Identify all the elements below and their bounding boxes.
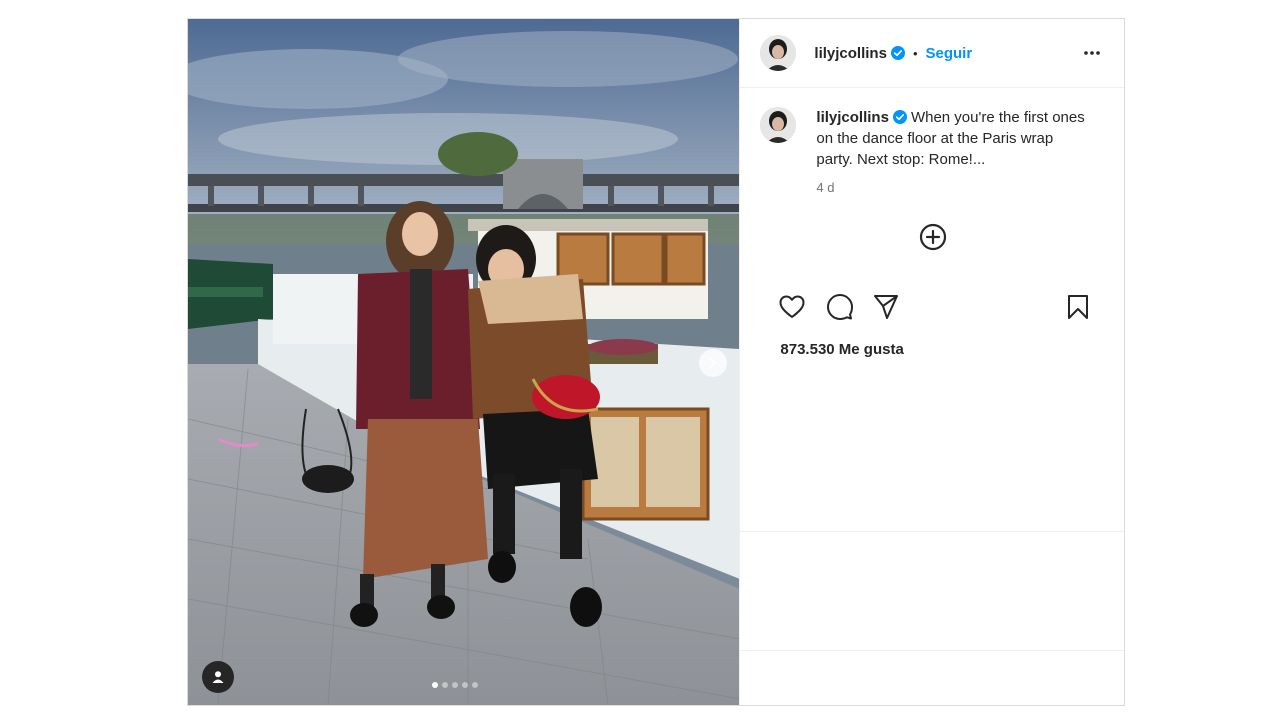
next-photo-button[interactable] (699, 349, 727, 377)
avatar[interactable] (760, 35, 797, 71)
post-container: lilyjcollins • Seguir lilyjcollins When … (187, 18, 1125, 706)
avatar-image (760, 107, 797, 143)
post-sidebar: lilyjcollins • Seguir lilyjcollins When … (739, 19, 1124, 705)
caption-body: lilyjcollins When you're the first ones … (816, 107, 1091, 195)
carousel-dot (442, 682, 448, 688)
carousel-dot (462, 682, 468, 688)
carousel-dot (472, 682, 478, 688)
verified-badge-icon (890, 46, 905, 60)
more-options-icon[interactable] (1082, 43, 1102, 63)
post-photo (188, 19, 740, 705)
post-header: lilyjcollins • Seguir (740, 19, 1124, 88)
comment-icon[interactable] (826, 293, 854, 321)
post-caption: lilyjcollins When you're the first ones … (760, 107, 1105, 195)
header-username[interactable]: lilyjcollins (814, 45, 887, 62)
heart-icon[interactable] (778, 293, 806, 321)
carousel-dot (432, 682, 438, 688)
bookmark-icon[interactable] (1064, 293, 1092, 321)
carousel-indicator (432, 682, 478, 688)
user-tag-icon (212, 671, 224, 683)
add-comment-icon[interactable] (918, 222, 948, 252)
chevron-right-icon (710, 358, 716, 368)
carousel-dot (452, 682, 458, 688)
avatar-image (760, 35, 797, 71)
divider (740, 531, 1124, 532)
tagged-users-button[interactable] (202, 661, 234, 693)
post-timestamp[interactable]: 4 d (816, 180, 1091, 195)
avatar[interactable] (760, 107, 797, 143)
likes-count[interactable]: 873.530 Me gusta (780, 341, 903, 358)
verified-badge-icon (892, 110, 907, 124)
send-icon[interactable] (872, 293, 900, 321)
caption-username[interactable]: lilyjcollins (816, 109, 889, 126)
action-bar (778, 293, 1090, 323)
divider (740, 650, 1124, 651)
caption-text-block: lilyjcollins When you're the first ones … (816, 107, 1091, 170)
follow-button[interactable]: Seguir (926, 45, 973, 62)
header-separator: • (912, 45, 918, 61)
post-media[interactable] (188, 19, 740, 705)
